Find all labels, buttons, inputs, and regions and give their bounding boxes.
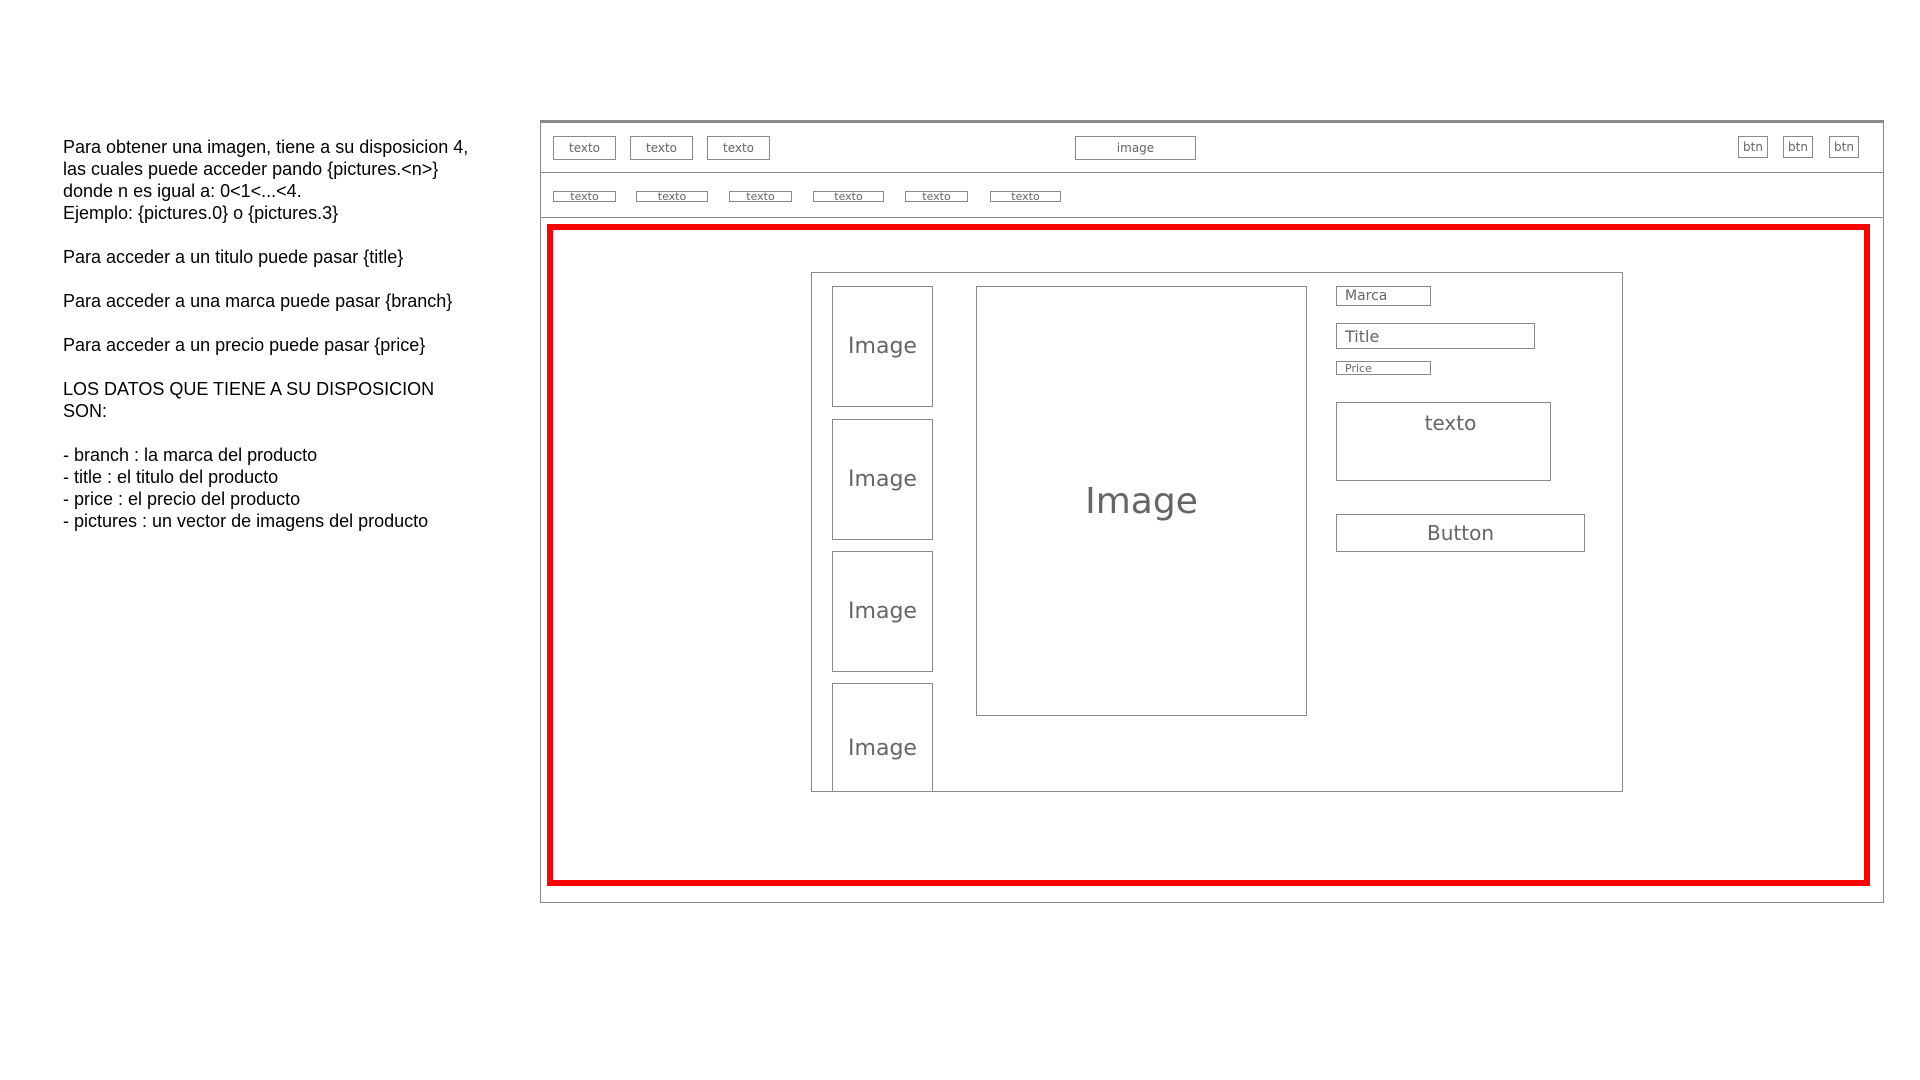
header-bar: texto texto texto image btn btn btn bbox=[541, 123, 1883, 173]
list-item: - branch : la marca del producto bbox=[63, 445, 318, 465]
wireframe-window: texto texto texto image btn btn btn text… bbox=[540, 120, 1884, 903]
nav-item-4[interactable]: texto bbox=[813, 191, 884, 202]
header-button-2[interactable]: btn bbox=[1783, 136, 1813, 158]
list-item: - pictures : un vector de imagens del pr… bbox=[63, 511, 429, 531]
data-list: - branch : la marca del producto - title… bbox=[63, 444, 503, 532]
nav-item-2[interactable]: texto bbox=[636, 191, 708, 202]
nav-item-3[interactable]: texto bbox=[729, 191, 792, 202]
header-button-1[interactable]: btn bbox=[1738, 136, 1768, 158]
price-instructions: Para acceder a un precio puede pasar {pr… bbox=[63, 335, 426, 355]
brand-instructions: Para acceder a una marca puede pasar {br… bbox=[63, 291, 453, 311]
price-field: Price bbox=[1336, 361, 1431, 375]
instructions-panel: Para obtener una imagen, tiene a su disp… bbox=[63, 136, 503, 532]
header-link-3[interactable]: texto bbox=[707, 136, 770, 160]
heading-line: SON: bbox=[63, 401, 108, 421]
header-logo-image[interactable]: image bbox=[1075, 136, 1196, 160]
thumbnail-image-3[interactable]: Image bbox=[832, 551, 933, 672]
product-detail-card: Image Image Image Image Image Marca Titl… bbox=[811, 272, 1623, 792]
nav-item-1[interactable]: texto bbox=[553, 191, 616, 202]
category-nav: texto texto texto texto texto texto bbox=[541, 173, 1883, 218]
data-heading: LOS DATOS QUE TIENE A SU DISPOSICION SON… bbox=[63, 378, 503, 422]
action-button[interactable]: Button bbox=[1336, 514, 1585, 552]
title-instructions: Para acceder a un titulo puede pasar {ti… bbox=[63, 247, 404, 267]
nav-item-5[interactable]: texto bbox=[905, 191, 968, 202]
header-link-2[interactable]: texto bbox=[630, 136, 693, 160]
heading-line: LOS DATOS QUE TIENE A SU DISPOSICION bbox=[63, 379, 435, 399]
title-field: Title bbox=[1336, 323, 1535, 349]
thumbnail-image-4[interactable]: Image bbox=[832, 683, 933, 791]
instruction-line: las cuales puede acceder pando {pictures… bbox=[63, 159, 439, 179]
instruction-line: donde n es igual a: 0<1<...<4. bbox=[63, 181, 302, 201]
list-item: - price : el precio del producto bbox=[63, 489, 301, 509]
header-link-1[interactable]: texto bbox=[553, 136, 616, 160]
pictures-instructions: Para obtener una imagen, tiene a su disp… bbox=[63, 136, 503, 224]
instruction-line: Para obtener una imagen, tiene a su disp… bbox=[63, 137, 469, 157]
highlighted-content-area: Image Image Image Image Image Marca Titl… bbox=[547, 224, 1870, 886]
header-button-3[interactable]: btn bbox=[1829, 136, 1859, 158]
thumbnail-image-1[interactable]: Image bbox=[832, 286, 933, 407]
thumbnail-image-2[interactable]: Image bbox=[832, 419, 933, 540]
instruction-line: Ejemplo: {pictures.0} o {pictures.3} bbox=[63, 203, 339, 223]
main-product-image: Image bbox=[976, 286, 1307, 716]
nav-item-6[interactable]: texto bbox=[990, 191, 1061, 202]
list-item: - title : el titulo del producto bbox=[63, 467, 279, 487]
brand-field: Marca bbox=[1336, 286, 1431, 306]
description-text: texto bbox=[1336, 402, 1551, 481]
